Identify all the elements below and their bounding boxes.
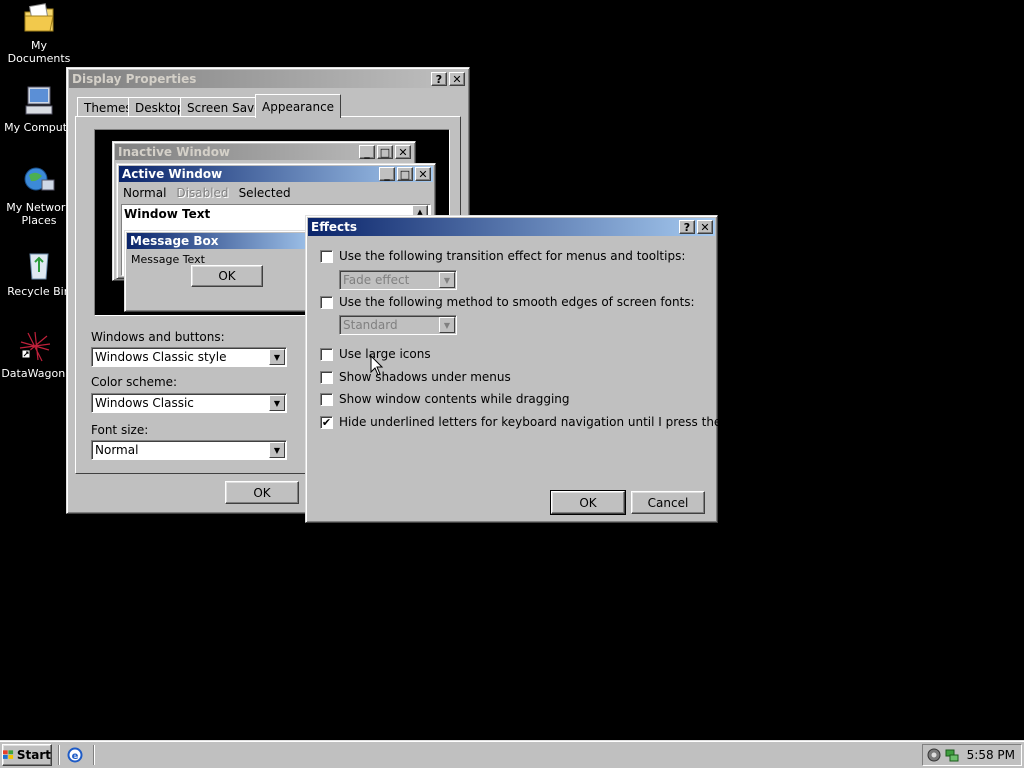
option-label: Hide underlined letters for keyboard nav… bbox=[339, 415, 767, 429]
maximize-icon: □ bbox=[397, 167, 413, 181]
transition-effect-option[interactable]: Use the following transition effect for … bbox=[320, 249, 685, 263]
preview-msgbox-titlebar: Message Box bbox=[127, 233, 321, 249]
menu-shadows-checkbox[interactable] bbox=[320, 370, 333, 384]
maximize-icon: □ bbox=[377, 145, 393, 159]
desktop-icon-my-documents[interactable]: My Documents bbox=[0, 2, 78, 65]
option-label: Show window contents while dragging bbox=[339, 392, 570, 406]
preview-message-box: Message Box Message Text OK bbox=[124, 230, 324, 312]
window-title: Display Properties bbox=[72, 72, 197, 86]
recycle-bin-icon bbox=[22, 248, 56, 282]
minimize-icon: _ bbox=[379, 167, 395, 181]
dropdown-arrow-icon: ▼ bbox=[439, 317, 455, 333]
start-label: Start bbox=[16, 748, 51, 762]
smooth-fonts-checkbox[interactable] bbox=[320, 295, 333, 309]
datawagon-shortcut-icon bbox=[18, 330, 52, 364]
dropdown-arrow-icon: ▼ bbox=[439, 272, 455, 288]
smooth-fonts-option[interactable]: Use the following method to smooth edges… bbox=[320, 295, 695, 309]
windows-buttons-select[interactable]: Windows Classic style ▼ bbox=[91, 347, 287, 367]
tray-network-icon[interactable] bbox=[945, 748, 959, 762]
desktop-icon-label: My Documents bbox=[7, 39, 71, 65]
preview-menu-normal: Normal bbox=[123, 186, 167, 200]
preview-menu-disabled: Disabled bbox=[176, 186, 229, 200]
effects-cancel-button[interactable]: Cancel bbox=[631, 491, 705, 514]
close-button[interactable]: ✕ bbox=[449, 72, 465, 86]
font-size-label: Font size: bbox=[91, 423, 149, 437]
smooth-fonts-select: Standard ▼ bbox=[339, 315, 457, 335]
ie-quicklaunch-icon[interactable]: e bbox=[67, 747, 83, 763]
taskbar: Start e 5:58 PM bbox=[0, 740, 1024, 768]
display-properties-titlebar[interactable]: Display Properties ? ✕ bbox=[69, 70, 467, 88]
preview-inactive-title: Inactive Window bbox=[118, 145, 231, 159]
ok-button[interactable]: OK bbox=[225, 481, 299, 504]
windows-buttons-label: Windows and buttons: bbox=[91, 330, 225, 344]
menu-shadows-option[interactable]: Show shadows under menus bbox=[320, 370, 511, 384]
option-label: Use the following method to smooth edges… bbox=[339, 295, 695, 309]
transition-effect-checkbox[interactable] bbox=[320, 249, 333, 263]
smooth-fonts-value: Standard bbox=[343, 318, 398, 332]
hide-underlines-checkbox[interactable]: ✔ bbox=[320, 415, 333, 429]
font-size-select[interactable]: Normal ▼ bbox=[91, 440, 287, 460]
dropdown-arrow-icon[interactable]: ▼ bbox=[269, 395, 285, 411]
network-icon bbox=[22, 164, 56, 198]
svg-text:e: e bbox=[72, 751, 79, 762]
preview-inactive-titlebar: Inactive Window _ □ ✕ bbox=[115, 144, 413, 160]
hide-underlines-option[interactable]: ✔ Hide underlined letters for keyboard n… bbox=[320, 415, 766, 429]
system-tray: 5:58 PM bbox=[922, 744, 1022, 766]
preview-msgbox-title: Message Box bbox=[130, 234, 219, 248]
preview-menu-selected: Selected bbox=[238, 186, 291, 200]
preview-window-text: Window Text bbox=[124, 207, 211, 221]
effects-titlebar[interactable]: Effects ? ✕ bbox=[308, 218, 715, 236]
desktop-icon-label: DataWagon. bbox=[1, 367, 69, 380]
windows-buttons-value: Windows Classic style bbox=[95, 350, 227, 364]
minimize-icon: _ bbox=[359, 145, 375, 159]
option-label: Use the following transition effect for … bbox=[339, 249, 686, 263]
start-button[interactable]: Start bbox=[2, 744, 52, 766]
effects-dialog: Effects ? ✕ Use the following transition… bbox=[305, 215, 766, 523]
dropdown-arrow-icon[interactable]: ▼ bbox=[269, 349, 285, 365]
help-button[interactable]: ? bbox=[431, 72, 447, 86]
preview-active-titlebar: Active Window _ □ ✕ bbox=[119, 166, 433, 182]
quick-launch-separator bbox=[58, 745, 60, 765]
option-label: Use large icons bbox=[339, 347, 431, 361]
preview-menu: Normal Disabled Selected bbox=[123, 186, 291, 200]
close-icon: ✕ bbox=[415, 167, 431, 181]
computer-icon bbox=[22, 84, 56, 118]
option-label: Show shadows under menus bbox=[339, 370, 511, 384]
clock[interactable]: 5:58 PM bbox=[967, 748, 1015, 762]
color-scheme-label: Color scheme: bbox=[91, 375, 178, 389]
help-button[interactable]: ? bbox=[679, 220, 695, 234]
transition-effect-select: Fade effect ▼ bbox=[339, 270, 457, 290]
drag-contents-checkbox[interactable] bbox=[320, 392, 333, 406]
quick-launch-separator bbox=[93, 745, 95, 765]
tray-speaker-icon[interactable] bbox=[927, 748, 941, 762]
close-button[interactable]: ✕ bbox=[697, 220, 713, 234]
dropdown-arrow-icon[interactable]: ▼ bbox=[269, 442, 285, 458]
color-scheme-select[interactable]: Windows Classic ▼ bbox=[91, 393, 287, 413]
mouse-cursor-icon bbox=[370, 355, 384, 376]
preview-ok-button: OK bbox=[191, 265, 263, 287]
drag-contents-option[interactable]: Show window contents while dragging bbox=[320, 392, 570, 406]
color-scheme-value: Windows Classic bbox=[95, 396, 194, 410]
effects-title: Effects bbox=[311, 220, 358, 234]
windows-logo-icon bbox=[3, 750, 14, 759]
effects-ok-button[interactable]: OK bbox=[550, 490, 626, 515]
desktop-icon-datawagon[interactable]: DataWagon. bbox=[0, 330, 74, 380]
tab-appearance[interactable]: Appearance bbox=[255, 94, 342, 118]
large-icons-checkbox[interactable] bbox=[320, 347, 333, 361]
font-size-value: Normal bbox=[95, 443, 139, 457]
transition-effect-value: Fade effect bbox=[343, 273, 410, 287]
close-icon: ✕ bbox=[395, 145, 411, 159]
preview-active-title: Active Window bbox=[122, 167, 223, 181]
folder-documents-icon bbox=[22, 2, 56, 36]
